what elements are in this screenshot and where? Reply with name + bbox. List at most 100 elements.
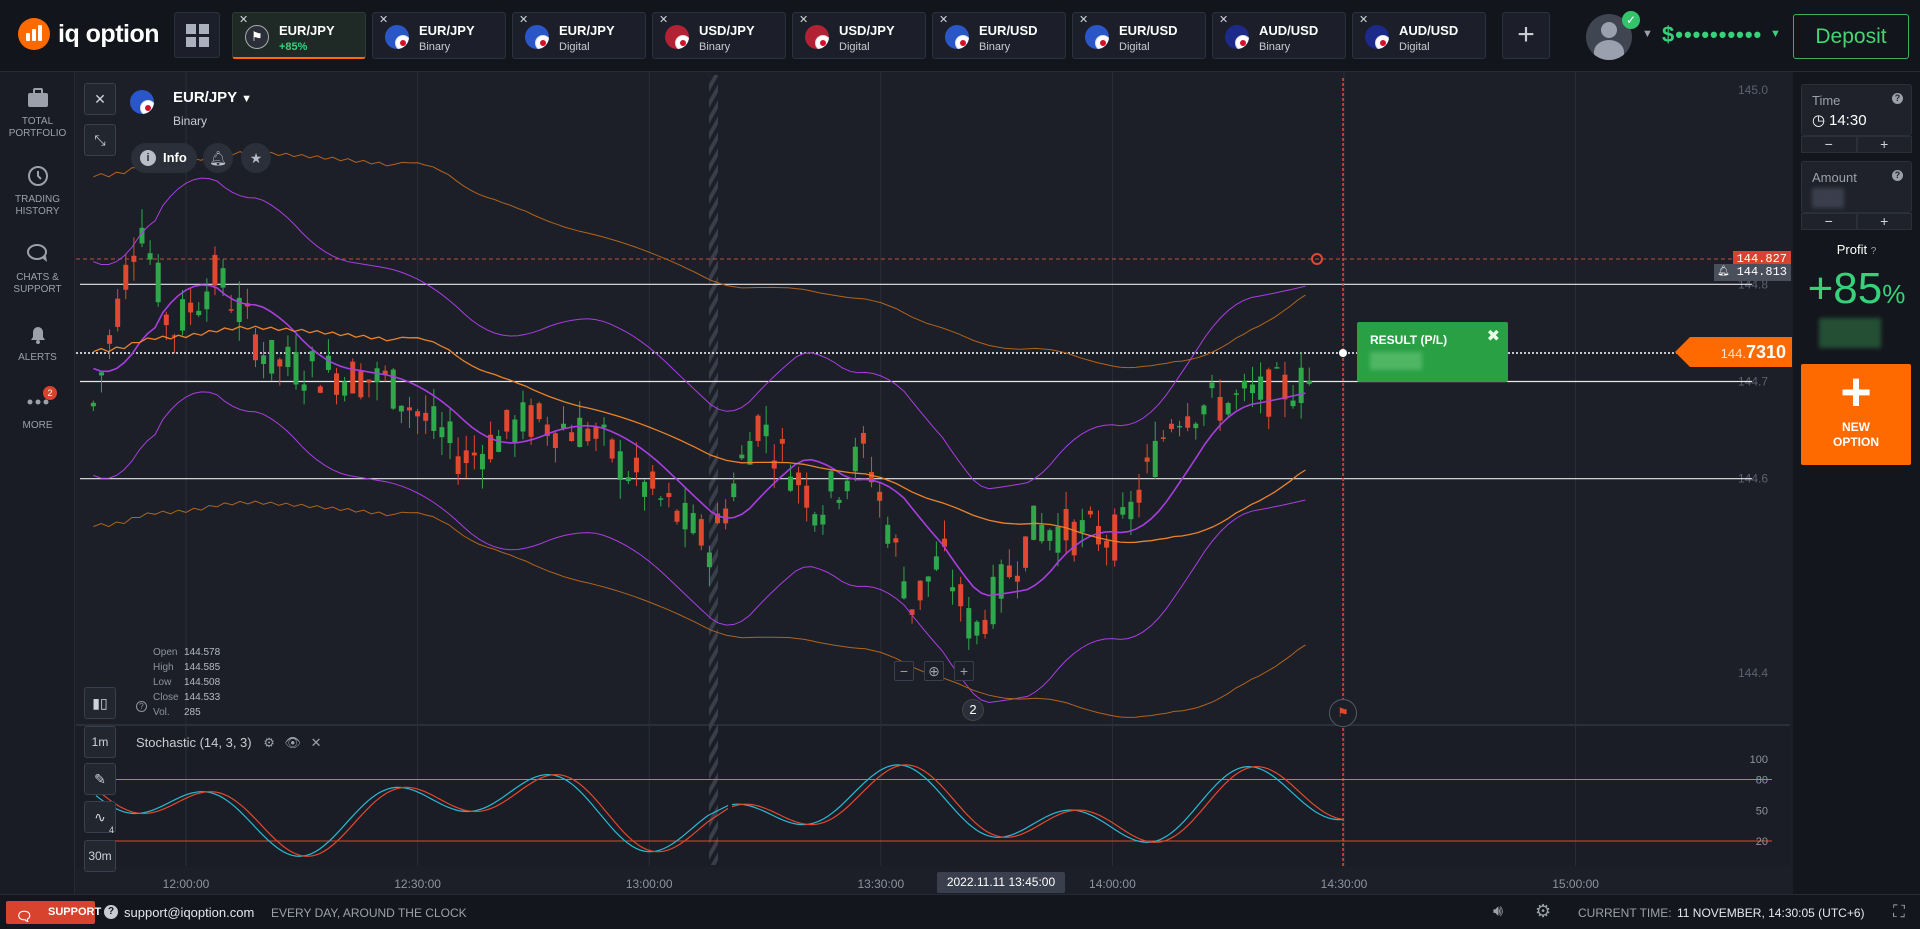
amount-field[interactable]: Amount ? [1801,161,1912,213]
help-icon[interactable]: ? [1871,246,1877,257]
candle-body [1079,520,1085,533]
time-tick-label: 12:30:00 [394,877,441,891]
candle-body [334,373,340,395]
asset-selector[interactable]: EUR/JPY ▼ [173,89,252,106]
candle-body [536,403,542,420]
candle-body [163,314,169,326]
eur-jpy-flag-icon [130,90,154,114]
period-button[interactable]: 30m [84,840,116,872]
candle-body [520,402,526,432]
expiration-flag-icon[interactable]: ⚑ [1329,699,1357,727]
indicator-icon[interactable]: ∿ 4 [84,801,116,835]
bell-icon[interactable]: 🔔︎ [203,143,233,173]
candle-body [779,438,785,444]
minus-button[interactable]: − [1801,136,1857,153]
trade-panel: Time ? ◷ 14:30 − + Amount ? − + Profit ? +… [1793,72,1920,894]
candle-timeframe-button[interactable]: 1m [84,726,116,758]
candle-body [763,424,769,437]
candle-body [1128,501,1134,520]
candle-body [747,440,753,465]
close-chart-button[interactable]: ✕ [84,83,116,115]
candle-body [350,361,356,394]
gear-icon[interactable]: ⚙ [1535,901,1551,922]
time-stepper[interactable]: − + [1801,136,1912,153]
crosshair-date-label: 2022.11.11 13:45:00 [937,872,1065,893]
time-tick-label: 12:00:00 [163,877,210,891]
candle-body [739,454,745,459]
clock-icon: ◷ [1812,112,1826,129]
marker-badge[interactable]: 2 [962,699,984,721]
candle-body [463,450,469,464]
profit-value: +85% [1807,264,1906,313]
info-button[interactable]: i Info [131,143,197,173]
candle-body [309,351,315,362]
candle-body [1047,530,1053,541]
candle-body [1266,369,1272,417]
collapse-icon[interactable]: ⤡ [84,124,116,156]
candle-body [277,359,283,367]
profit-amount [1819,318,1881,348]
eye-icon[interactable]: 👁︎ [285,735,302,750]
star-icon[interactable]: ★ [241,143,271,173]
candle-body [366,379,372,383]
alert-price-tag[interactable]: 🔔︎ 144.813 [1714,264,1791,281]
close-icon[interactable]: ✕ [311,735,322,750]
candle-body [909,609,915,615]
candle-type-icon[interactable]: ▮▯ [84,687,116,719]
candle-body [269,340,275,374]
minus-button[interactable]: − [1801,213,1857,230]
help-icon[interactable]: ? [1892,93,1903,104]
candle-body [90,402,96,407]
ohlc-label: High [153,662,174,673]
candle-body [220,268,226,288]
pencil-icon[interactable]: ✎ [84,763,116,795]
candle-body [1071,521,1077,556]
price-prefix: 144. [1720,346,1746,361]
asset-type: Binary [173,114,208,128]
profit-label: Profit ? [1836,242,1877,257]
candle-body [98,372,104,376]
candle-body [147,253,153,260]
candle-body [674,510,680,522]
candle-body [423,412,429,421]
support-hours: EVERY DAY, AROUND THE CLOCK [271,906,467,920]
info-icon: i [140,150,156,166]
time-label: Time [1812,93,1841,108]
candle-body [1120,507,1126,515]
info-label: Info [163,150,187,165]
gear-icon[interactable]: ⚙ [263,735,275,750]
candle-body [504,409,510,432]
candle-body [228,309,234,311]
stochastic-pane [76,727,1790,867]
zoom-in-button[interactable]: + [954,661,974,681]
close-icon[interactable]: ✖ [1487,326,1500,346]
candle-body [358,371,364,398]
crosshair-icon[interactable]: ⊕ [924,661,944,681]
help-icon[interactable]: ? [136,701,147,712]
new-option-button[interactable]: + NEW OPTION [1801,364,1911,465]
candle-body [1096,526,1102,545]
support-button[interactable]: 🗨︎ SUPPORT [6,901,101,924]
candle-body [528,405,534,437]
candle-body [917,580,923,601]
support-email[interactable]: support@iqoption.com [124,905,254,920]
price-chart[interactable]: 12:00:00 12:30:00 13:00:00 13:30:00 14:00:00… [0,0,1920,929]
result-value [1370,352,1422,370]
candle-body [577,417,583,447]
stoch-tick-label: 50 [1756,805,1768,817]
candle-body [1201,405,1207,415]
volume-icon[interactable]: 🔊︎ [1493,903,1503,921]
candle-body [107,335,113,344]
fullscreen-icon[interactable]: ⛶ [1893,902,1905,922]
zoom-out-button[interactable]: − [894,661,914,681]
time-field[interactable]: Time ? ◷ 14:30 [1801,84,1912,136]
help-icon[interactable]: ? [1892,170,1903,181]
stoch-tick-label: 100 [1750,754,1768,766]
plus-button[interactable]: + [1856,213,1912,230]
new-option-label: NEW OPTION [1832,420,1879,449]
plus-button[interactable]: + [1856,136,1912,153]
candle-body [796,472,802,486]
amount-stepper[interactable]: − + [1801,213,1912,230]
candle-body [885,524,891,544]
candle-body [512,419,518,443]
